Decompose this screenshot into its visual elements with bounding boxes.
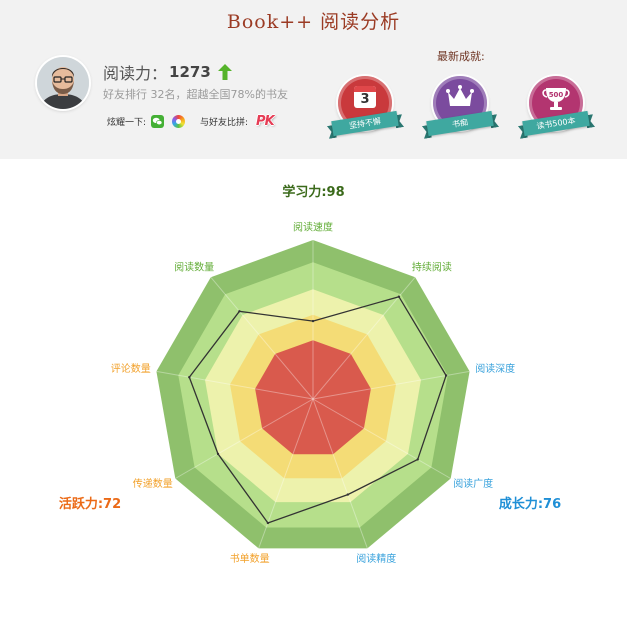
compare-label: 与好友比拼: xyxy=(200,117,249,128)
score-label: 阅读力： xyxy=(103,64,168,83)
axis-label-1: 阅读速度 xyxy=(293,221,333,234)
radar-chart: 阅读速度持续阅读阅读深度阅读广度阅读精度 书单数量 传递数量 评论数量 阅读数量 学习力… xyxy=(0,160,627,641)
arrow-up-icon xyxy=(217,64,232,80)
user-avatar xyxy=(37,57,89,109)
calendar-day: 3 xyxy=(360,92,370,107)
badge-500-books[interactable]: 500 读书500本 xyxy=(522,76,590,140)
axis-label-3: 阅读深度 xyxy=(475,362,515,375)
axis-label-7: 传递数量 xyxy=(133,477,173,490)
axis-label-6: 书单数量 xyxy=(230,552,270,565)
avatar-photo xyxy=(37,57,89,109)
reading-score: 阅读力： 1273 xyxy=(103,61,232,83)
trophy-number: 500 xyxy=(549,91,564,99)
badge-bookworm[interactable]: 书痴 xyxy=(426,76,494,140)
wechat-icon[interactable] xyxy=(151,114,165,128)
trophy-icon: 500 xyxy=(542,88,570,110)
rank-text: 好友排行 32名，超越全国78%的书友 xyxy=(103,88,288,101)
data-point-9 xyxy=(238,310,241,313)
axis-label-5: 阅读精度 xyxy=(356,552,396,565)
data-point-4 xyxy=(416,458,419,461)
group-label-growth: 成长力:76 xyxy=(498,497,562,512)
profile-header: Book++ 阅读分析 阅读力： 1273 好友排行 32名，超越全国78%的书… xyxy=(0,0,627,159)
moments-icon[interactable] xyxy=(172,114,186,128)
share-row: 炫耀一下: xyxy=(107,114,186,128)
crown-icon xyxy=(446,85,474,106)
axis-label-9: 阅读数量 xyxy=(174,261,214,274)
data-point-6 xyxy=(266,521,270,525)
pk-icon[interactable]: PK xyxy=(256,114,275,129)
data-point-1 xyxy=(311,319,315,323)
group-label-activity: 活跃力:72 xyxy=(58,497,122,512)
data-point-7 xyxy=(216,452,220,456)
calendar-icon: 3 xyxy=(354,86,376,108)
score-value: 1273 xyxy=(169,63,211,81)
share-label: 炫耀一下: xyxy=(107,117,147,128)
group-label-learning: 学习力:98 xyxy=(282,185,345,200)
axis-label-2: 持续阅读 xyxy=(412,261,452,274)
page-title: Book++ 阅读分析 xyxy=(226,11,401,33)
data-point-5 xyxy=(346,493,349,496)
axis-label-8: 评论数量 xyxy=(111,362,151,375)
data-point-8 xyxy=(188,376,191,379)
compare-row: 与好友比拼: PK xyxy=(200,112,275,130)
data-point-3 xyxy=(444,374,448,377)
data-point-2 xyxy=(397,295,401,298)
achievements-heading: 最新成就: xyxy=(437,50,485,63)
axis-label-4: 阅读广度 xyxy=(453,477,493,490)
badge-persistence[interactable]: 3 坚持不懈 xyxy=(331,76,399,140)
radar-chart-svg: 阅读速度持续阅读阅读深度阅读广度阅读精度 书单数量 传递数量 评论数量 阅读数量 xyxy=(111,221,515,566)
